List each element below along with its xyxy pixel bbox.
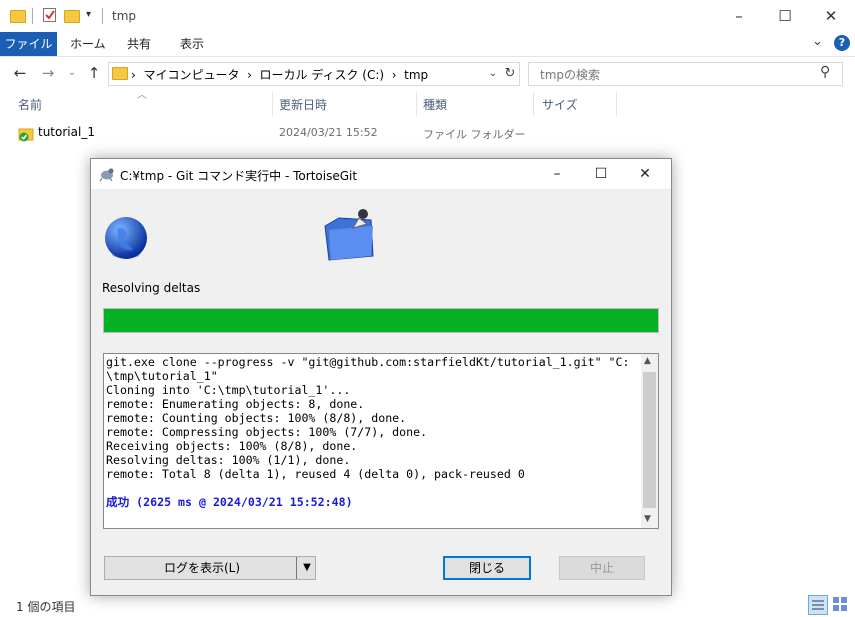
close-button[interactable]: ✕ [808,0,854,32]
maximize-button[interactable]: ☐ [762,0,808,32]
file-date: 2024/03/21 15:52 [279,126,378,139]
tab-home[interactable]: ホーム [70,32,106,56]
chevron-down-icon[interactable]: ▼ [296,557,317,579]
new-folder-icon[interactable] [64,7,80,23]
file-type: ファイル フォルダー [423,128,526,141]
tortoisegit-progress-dialog: C:¥tmp - Git コマンド実行中 - TortoiseGit – ☐ ✕… [90,158,672,596]
column-header-type[interactable]: 種類 [423,96,447,113]
breadcrumb-item[interactable]: マイコンピュータ [143,68,239,82]
scroll-up-icon[interactable]: ▲ [644,356,651,366]
minimize-button[interactable]: – [716,0,762,32]
window-title: tmp [112,9,137,23]
log-line: remote: Enumerating objects: 8, done. [106,397,365,411]
log-output[interactable]: git.exe clone --progress -v "git@github.… [103,353,659,529]
status-item-count: 1 個の項目 [16,600,76,614]
log-line: remote: Total 8 (delta 1), reused 4 (del… [106,467,525,481]
scroll-down-icon[interactable]: ▼ [644,514,651,524]
breadcrumb-sep: › [131,68,144,82]
breadcrumb-sep: › [239,68,260,82]
log-text: git.exe clone --progress -v "git@github.… [106,355,636,509]
folder-icon [10,7,26,23]
show-log-label: ログを表示(L) [163,561,241,575]
properties-icon[interactable] [42,7,58,23]
column-header-date[interactable]: 更新日時 [279,96,327,113]
divider [102,8,103,24]
tab-share[interactable]: 共有 [127,32,151,56]
customize-toolbar-icon[interactable]: ▾ [86,9,91,20]
sort-up-icon: ︿ [137,90,147,101]
dialog-title: C:¥tmp - Git コマンド実行中 - TortoiseGit [120,169,358,183]
refresh-icon[interactable]: ↻ [502,62,518,86]
tab-view[interactable]: 表示 [180,32,204,56]
log-line: Cloning into 'C:\tmp\tutorial_1'... [106,383,351,397]
help-icon[interactable]: ? [834,35,850,51]
folder-icon [112,67,128,80]
search-icon[interactable]: ⚲ [820,64,830,80]
tab-file[interactable]: ファイル [0,32,57,56]
globe-icon [103,215,149,264]
show-log-button[interactable]: ログを表示(L) [104,556,316,580]
close-dialog-button[interactable]: 閉じる [443,556,531,580]
scrollbar-thumb[interactable] [643,372,656,508]
search-placeholder: tmpの検索 [540,68,601,82]
chevron-down-icon[interactable]: ⌄ [486,62,500,86]
forward-button[interactable]: → [38,62,58,84]
log-line: Receiving objects: 100% (8/8), done. [106,439,358,453]
chevron-down-icon[interactable]: ⌄ [812,34,823,49]
log-line: \tmp\tutorial_1" [106,369,218,383]
column-divider[interactable] [616,92,617,116]
up-button[interactable]: ↑ [84,62,104,84]
git-folder-icon [18,126,36,145]
abort-button[interactable]: 中止 [559,556,645,580]
large-icons-view-icon[interactable] [831,595,849,613]
log-line: remote: Compressing objects: 100% (7/7),… [106,425,428,439]
dialog-maximize-button[interactable]: ☐ [579,159,623,189]
breadcrumb-sep: › [384,68,405,82]
divider [32,8,33,24]
recent-locations-icon[interactable]: ⌄ [62,62,82,84]
column-header-size[interactable]: サイズ [542,96,578,113]
log-line: remote: Counting objects: 100% (8/8), do… [106,411,407,425]
breadcrumb: › マイコンピュータ › ローカル ディスク (C:) › tmp [131,66,428,83]
progress-status-text: Resolving deltas [102,281,201,295]
progress-bar-fill [104,309,658,332]
dialog-minimize-button[interactable]: – [535,159,579,189]
log-scrollbar[interactable]: ▲ ▼ [641,354,658,528]
dialog-close-button[interactable]: ✕ [623,159,667,189]
log-success-line: 成功 (2625 ms @ 2024/03/21 15:52:48) [106,495,353,509]
folder-transfer-icon [321,202,377,267]
tortoisegit-icon [99,166,115,185]
breadcrumb-item[interactable]: ローカル ディスク (C:) [260,68,385,82]
column-divider[interactable] [272,92,273,116]
file-name: tutorial_1 [38,125,95,139]
log-line: git.exe clone --progress -v "git@github.… [106,355,630,369]
log-spacer [106,481,636,495]
log-line: Resolving deltas: 100% (1/1), done. [106,453,351,467]
breadcrumb-item[interactable]: tmp [404,68,428,82]
table-row[interactable]: tutorial_1 2024/03/21 15:52 ファイル フォルダー [14,122,600,144]
column-divider[interactable] [533,92,534,116]
column-divider[interactable] [416,92,417,116]
progress-bar [103,308,659,333]
back-button[interactable]: ← [10,62,30,84]
details-view-icon[interactable] [808,595,828,615]
column-header-name[interactable]: 名前 [18,96,42,113]
